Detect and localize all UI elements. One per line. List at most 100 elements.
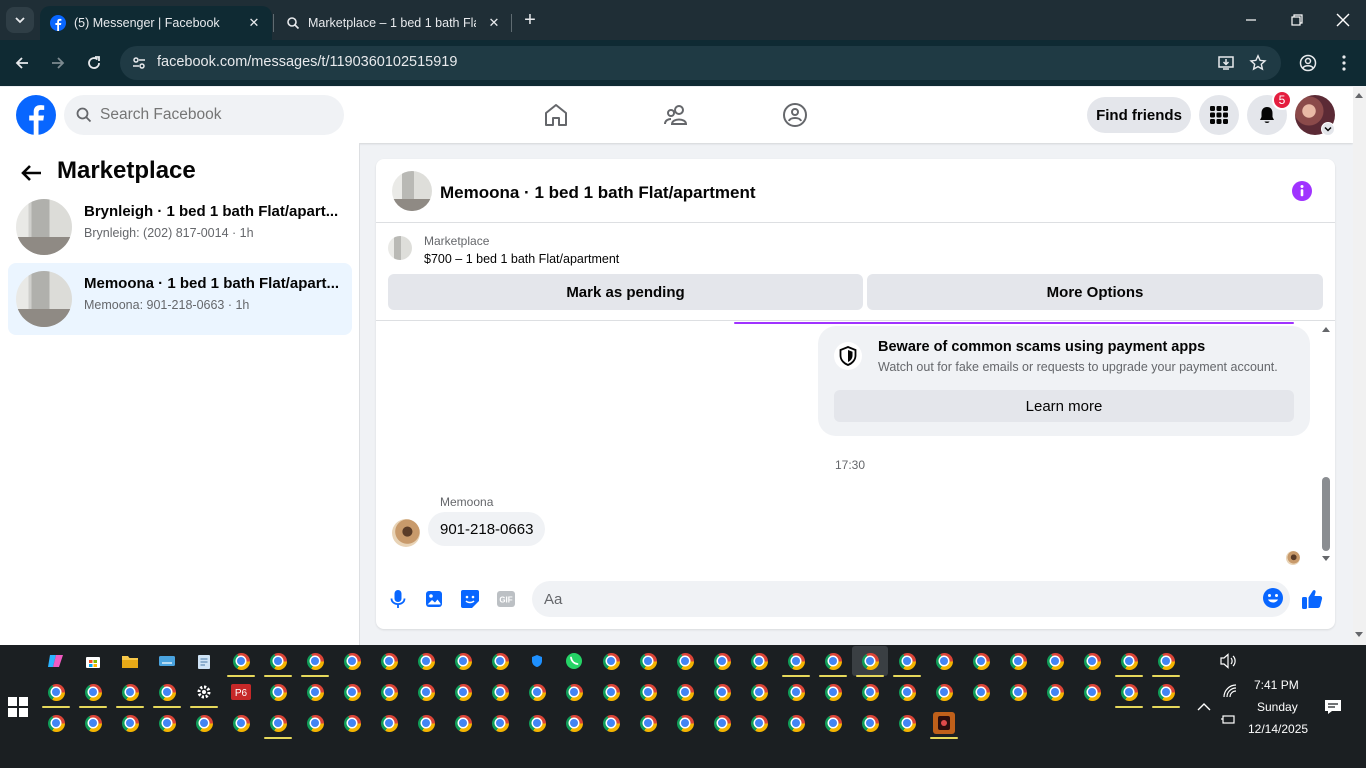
- chrome-window-icon[interactable]: [519, 677, 555, 707]
- minimize-window-button[interactable]: [1239, 8, 1263, 32]
- scroll-down-icon[interactable]: [1321, 555, 1331, 563]
- chrome-window-icon[interactable]: [556, 708, 592, 738]
- chrome-window-icon[interactable]: [371, 708, 407, 738]
- network-icon[interactable]: [1220, 681, 1240, 701]
- forward-button[interactable]: [46, 51, 70, 75]
- browser-tab-messenger[interactable]: (5) Messenger | Facebook ✕: [40, 6, 272, 40]
- chrome-window-icon[interactable]: [667, 646, 703, 676]
- facebook-search-box[interactable]: [64, 95, 344, 135]
- chrome-window-icon[interactable]: [815, 677, 851, 707]
- chrome-window-icon[interactable]: [112, 708, 148, 738]
- chrome-window-icon[interactable]: [889, 708, 925, 738]
- chrome-window-icon[interactable]: [482, 708, 518, 738]
- message-input-wrap[interactable]: [532, 581, 1290, 617]
- tab-search-button[interactable]: [6, 7, 34, 33]
- chrome-window-icon[interactable]: [778, 646, 814, 677]
- emoji-icon[interactable]: [1262, 587, 1284, 609]
- battery-plug-icon[interactable]: [1218, 709, 1238, 729]
- info-icon[interactable]: [1292, 181, 1312, 201]
- chrome-window-icon[interactable]: [223, 708, 259, 738]
- chrome-window-icon[interactable]: [445, 708, 481, 738]
- chrome-window-icon[interactable]: [1000, 646, 1036, 676]
- chrome-window-icon[interactable]: [1000, 677, 1036, 707]
- chevron-up-icon[interactable]: [1194, 697, 1214, 717]
- chrome-window-icon[interactable]: [852, 677, 888, 707]
- nav-friends[interactable]: [662, 101, 690, 129]
- chrome-window-icon[interactable]: [667, 708, 703, 738]
- chrome-window-icon[interactable]: [741, 708, 777, 738]
- chat-avatar[interactable]: [392, 171, 432, 211]
- chrome-window-icon[interactable]: [1037, 677, 1073, 707]
- notepad-icon[interactable]: [186, 646, 222, 676]
- mark-as-pending-button[interactable]: Mark as pending: [388, 274, 863, 310]
- chrome-window-icon[interactable]: [223, 646, 259, 677]
- chrome-window-icon[interactable]: [556, 677, 592, 707]
- chrome-window-icon[interactable]: [1111, 646, 1147, 677]
- chrome-window-icon[interactable]: [334, 646, 370, 676]
- chrome-window-icon[interactable]: [1037, 646, 1073, 676]
- close-tab-icon[interactable]: ✕: [486, 15, 502, 31]
- message-bubble[interactable]: 901-218-0663: [428, 512, 546, 546]
- copilot-icon[interactable]: [38, 646, 74, 676]
- chrome-window-icon[interactable]: [408, 677, 444, 707]
- chrome-window-icon[interactable]: [704, 646, 740, 676]
- chat-scroll-thumb[interactable]: [1322, 477, 1330, 551]
- profile-button[interactable]: [1296, 51, 1320, 75]
- chrome-window-icon[interactable]: [963, 646, 999, 676]
- chrome-window-icon[interactable]: [482, 646, 518, 676]
- chrome-window-icon[interactable]: [38, 677, 74, 708]
- reload-button[interactable]: [82, 51, 106, 75]
- microsoft-store-icon[interactable]: [75, 646, 111, 676]
- site-info-button[interactable]: [128, 52, 150, 74]
- nav-groups[interactable]: [781, 101, 809, 129]
- gif-button[interactable]: GIF: [494, 587, 518, 611]
- app-icon[interactable]: [926, 708, 962, 739]
- chrome-window-icon[interactable]: [667, 677, 703, 707]
- chrome-window-icon[interactable]: [778, 708, 814, 738]
- p6-app-icon[interactable]: P6: [223, 677, 259, 707]
- chrome-window-icon[interactable]: [889, 677, 925, 707]
- conversation-item-active[interactable]: Memoona · 1 bed 1 bath Flat/apart... Mem…: [8, 263, 352, 335]
- chrome-window-icon[interactable]: [149, 708, 185, 738]
- clock-time[interactable]: 7:41 PM: [1254, 678, 1299, 692]
- install-app-button[interactable]: [1214, 51, 1238, 75]
- chrome-window-icon[interactable]: [926, 646, 962, 676]
- chrome-window-icon[interactable]: [1148, 646, 1184, 677]
- chrome-window-icon[interactable]: [815, 708, 851, 738]
- scroll-down-icon[interactable]: [1355, 632, 1363, 638]
- listing-price-title[interactable]: $700 – 1 bed 1 bath Flat/apartment: [424, 252, 619, 266]
- voice-clip-button[interactable]: [386, 587, 410, 611]
- scroll-up-icon[interactable]: [1355, 92, 1363, 98]
- chrome-window-icon[interactable]: [260, 646, 296, 677]
- chrome-window-icon[interactable]: [630, 677, 666, 707]
- chrome-window-icon[interactable]: [408, 646, 444, 676]
- chrome-window-icon[interactable]: [297, 646, 333, 677]
- close-tab-icon[interactable]: ✕: [246, 15, 262, 31]
- chrome-window-icon[interactable]: [371, 677, 407, 707]
- conversation-item[interactable]: Brynleigh · 1 bed 1 bath Flat/apart... B…: [8, 191, 352, 263]
- chat-title[interactable]: Memoona · 1 bed 1 bath Flat/apartment: [440, 183, 756, 203]
- chrome-window-icon[interactable]: [1074, 646, 1110, 676]
- chrome-window-icon[interactable]: [1074, 677, 1110, 707]
- chrome-window-icon[interactable]: [889, 646, 925, 677]
- nav-home[interactable]: [542, 101, 570, 129]
- chrome-window-icon[interactable]: [741, 677, 777, 707]
- account-menu-button[interactable]: [1321, 122, 1335, 136]
- chrome-window-icon[interactable]: [297, 677, 333, 707]
- chrome-window-icon[interactable]: [852, 708, 888, 738]
- close-window-button[interactable]: [1331, 8, 1355, 32]
- sticker-button[interactable]: [458, 587, 482, 611]
- chrome-window-icon[interactable]: [186, 708, 222, 738]
- chrome-window-icon[interactable]: [815, 646, 851, 677]
- chrome-window-icon[interactable]: [38, 708, 74, 738]
- listing-thumbnail[interactable]: [388, 236, 412, 260]
- chrome-window-icon[interactable]: [334, 677, 370, 707]
- more-options-button[interactable]: More Options: [867, 274, 1323, 310]
- thumbs-up-icon[interactable]: [1300, 587, 1324, 611]
- address-bar[interactable]: facebook.com/messages/t/1190360102515919: [120, 46, 1281, 80]
- chrome-window-icon[interactable]: [519, 708, 555, 738]
- browser-tab-marketplace[interactable]: Marketplace – 1 bed 1 bath Flat/apartmen…: [273, 6, 512, 40]
- chrome-window-icon[interactable]: [149, 677, 185, 708]
- chrome-window-icon[interactable]: [371, 646, 407, 676]
- chrome-window-icon[interactable]: [704, 708, 740, 738]
